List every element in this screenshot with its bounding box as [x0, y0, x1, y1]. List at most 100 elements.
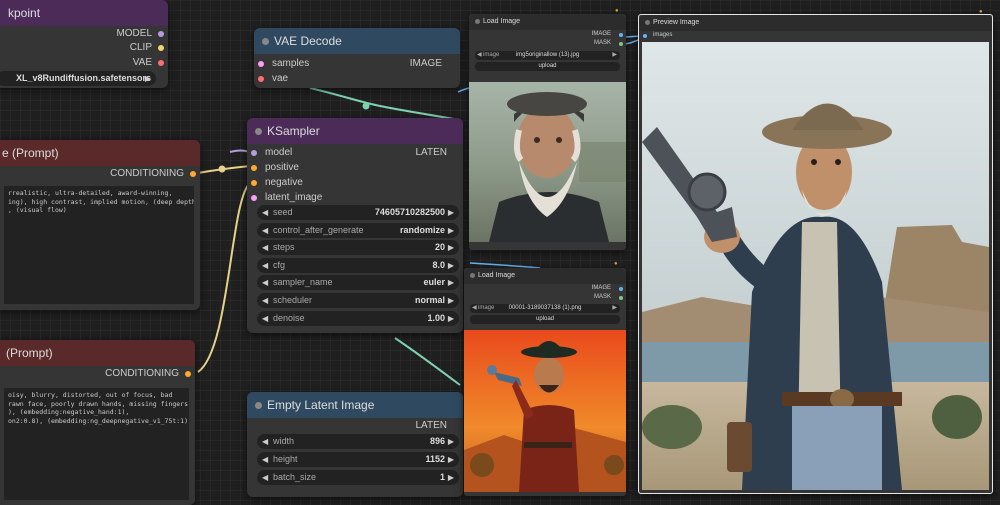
collapse-dot-icon[interactable]: [470, 273, 475, 278]
bypass-badge-icon[interactable]: ●: [614, 261, 620, 267]
load-image-2-title[interactable]: Load Image: [464, 268, 626, 284]
increment-icon: ▶: [447, 226, 454, 235]
bypass-badge-icon[interactable]: ●: [615, 8, 621, 14]
output-model[interactable]: MODEL: [116, 28, 164, 39]
output-latent[interactable]: LATEN: [416, 420, 460, 431]
ksampler-title[interactable]: KSampler: [247, 118, 463, 144]
negative-prompt-node[interactable]: (Prompt) CONDITIONING oisy, blurry, dist…: [0, 340, 195, 505]
negative-prompt-title[interactable]: (Prompt): [0, 340, 195, 366]
decrement-icon: ◀: [262, 278, 269, 287]
generated-cowboy-image: [642, 42, 989, 490]
decrement-icon: ◀: [262, 226, 269, 235]
output-latent[interactable]: LATEN: [416, 147, 460, 158]
next-arrow-icon: ▶: [612, 305, 617, 311]
output-conditioning[interactable]: CONDITIONING: [110, 168, 196, 179]
checkpoint-node-title[interactable]: kpoint: [0, 0, 168, 26]
increment-icon: ▶: [447, 296, 454, 305]
bypass-badge-icon[interactable]: ●: [979, 9, 985, 15]
decrement-icon: ◀: [262, 243, 269, 252]
prev-arrow-icon: ◀: [472, 305, 477, 311]
vae-decode-node[interactable]: VAE Decode samples vae IMAGE: [254, 28, 460, 88]
collapse-dot-icon[interactable]: [262, 38, 269, 45]
checkpoint-loader-node[interactable]: kpoint MODEL CLIP VAE XL_v8Rundiffusion.…: [0, 0, 168, 88]
wire-positive-conditioning: [197, 165, 251, 174]
image-select-combo[interactable]: ◀ image 00001-3189037138 (1).png ▶: [470, 304, 620, 313]
ksampler-node[interactable]: KSampler LATEN model positive negative l…: [247, 118, 463, 333]
preview-image-node[interactable]: Preview Image ● images: [638, 9, 993, 494]
output-conditioning[interactable]: CONDITIONING: [105, 368, 191, 379]
checkpoint-title-text: kpoint: [8, 6, 41, 20]
increment-icon: ▶: [447, 261, 454, 270]
increment-icon: ▶: [447, 278, 454, 287]
negative-prompt-textarea[interactable]: oisy, blurry, distorted, out of focus, b…: [4, 388, 189, 500]
widget-control-after-generate[interactable]: ◀ control_after_generate randomize ▶: [257, 223, 459, 238]
positive-prompt-title[interactable]: e (Prompt): [0, 140, 200, 166]
input-images[interactable]: images: [643, 32, 672, 38]
old-man-portrait-image: [469, 82, 626, 242]
widget-cfg[interactable]: ◀ cfg 8.0 ▶: [257, 258, 459, 273]
collapse-dot-icon[interactable]: [255, 128, 262, 135]
decrement-icon: ◀: [262, 437, 269, 446]
collapse-dot-icon[interactable]: [255, 402, 262, 409]
output-clip[interactable]: CLIP: [130, 42, 164, 53]
collapse-dot-icon[interactable]: [645, 20, 650, 25]
ckpt-name-combo[interactable]: XL_v8Rundiffusion.safetensors ▶: [0, 71, 156, 86]
empty-latent-image-node[interactable]: Empty Latent Image LATEN ◀ width 896 ▶ ◀ hei…: [247, 392, 463, 497]
output-image[interactable]: IMAGE: [592, 285, 623, 291]
input-samples[interactable]: samples: [258, 58, 309, 69]
decrement-icon: ◀: [262, 296, 269, 305]
positive-prompt-textarea[interactable]: rrealistic, ultra-detailed, award-winnin…: [4, 186, 194, 304]
increment-icon: ▶: [447, 437, 454, 446]
wire-negative-conditioning: [197, 182, 251, 373]
cowboy-illustration-image: [464, 330, 626, 492]
widget-width[interactable]: ◀ width 896 ▶: [257, 434, 459, 449]
vae-decode-title[interactable]: VAE Decode: [254, 28, 460, 54]
output-image[interactable]: IMAGE: [410, 58, 454, 69]
widget-batch-size[interactable]: ◀ batch_size 1 ▶: [257, 470, 459, 485]
image-select-combo[interactable]: ◀ image img5originallow (13).jpg ▶: [475, 51, 620, 60]
widget-height[interactable]: ◀ height 1152 ▶: [257, 452, 459, 467]
widget-denoise[interactable]: ◀ denoise 1.00 ▶: [257, 311, 459, 326]
input-model[interactable]: model: [251, 147, 292, 158]
widget-seed[interactable]: ◀ seed 74605710282500 ▶: [257, 205, 459, 220]
output-mask[interactable]: MASK: [594, 40, 623, 46]
load-image-1-title[interactable]: Load Image: [469, 14, 626, 30]
wire-image-top: [457, 87, 470, 93]
prev-arrow-icon: ◀: [477, 52, 482, 58]
collapse-dot-icon[interactable]: [475, 19, 480, 24]
load-image-node-2[interactable]: Load Image ● IMAGE MASK ◀ image 00001-3189…: [464, 261, 626, 496]
load-image-node-1[interactable]: Load Image ● IMAGE MASK ◀ image img5origin…: [469, 8, 626, 250]
widget-scheduler[interactable]: ◀ scheduler normal ▶: [257, 293, 459, 308]
decrement-icon: ◀: [262, 473, 269, 482]
empty-latent-title[interactable]: Empty Latent Image: [247, 392, 463, 418]
preview-image-title[interactable]: Preview Image: [639, 15, 992, 31]
upload-button[interactable]: upload: [475, 62, 620, 71]
wire-latent-to-decode: [394, 337, 461, 386]
next-arrow-icon: ▶: [612, 52, 617, 58]
increment-icon: ▶: [447, 455, 454, 464]
upload-button[interactable]: upload: [470, 315, 620, 324]
wire-midpoint-dot: [362, 102, 370, 110]
play-arrow-icon[interactable]: ▶: [145, 71, 151, 86]
input-negative[interactable]: negative: [251, 177, 303, 188]
decrement-icon: ◀: [262, 314, 269, 323]
wire-positive-dot: [218, 165, 226, 173]
decrement-icon: ◀: [262, 208, 269, 217]
wire-vae-to-decode: [309, 87, 461, 121]
output-vae[interactable]: VAE: [133, 57, 164, 68]
widget-steps[interactable]: ◀ steps 20 ▶: [257, 240, 459, 255]
output-mask[interactable]: MASK: [594, 294, 623, 300]
positive-prompt-node[interactable]: e (Prompt) CONDITIONING rrealistic, ultr…: [0, 140, 200, 310]
ckpt-name-value: XL_v8Rundiffusion.safetensors: [16, 73, 152, 83]
increment-icon: ▶: [447, 314, 454, 323]
input-vae[interactable]: vae: [258, 73, 288, 84]
widget-sampler-name[interactable]: ◀ sampler_name euler ▶: [257, 275, 459, 290]
increment-icon: ▶: [447, 473, 454, 482]
output-image[interactable]: IMAGE: [592, 31, 623, 37]
decrement-icon: ◀: [262, 455, 269, 464]
input-latent-image[interactable]: latent_image: [251, 192, 322, 203]
decrement-icon: ◀: [262, 261, 269, 270]
increment-icon: ▶: [447, 208, 454, 217]
input-positive[interactable]: positive: [251, 162, 299, 173]
increment-icon: ▶: [447, 243, 454, 252]
